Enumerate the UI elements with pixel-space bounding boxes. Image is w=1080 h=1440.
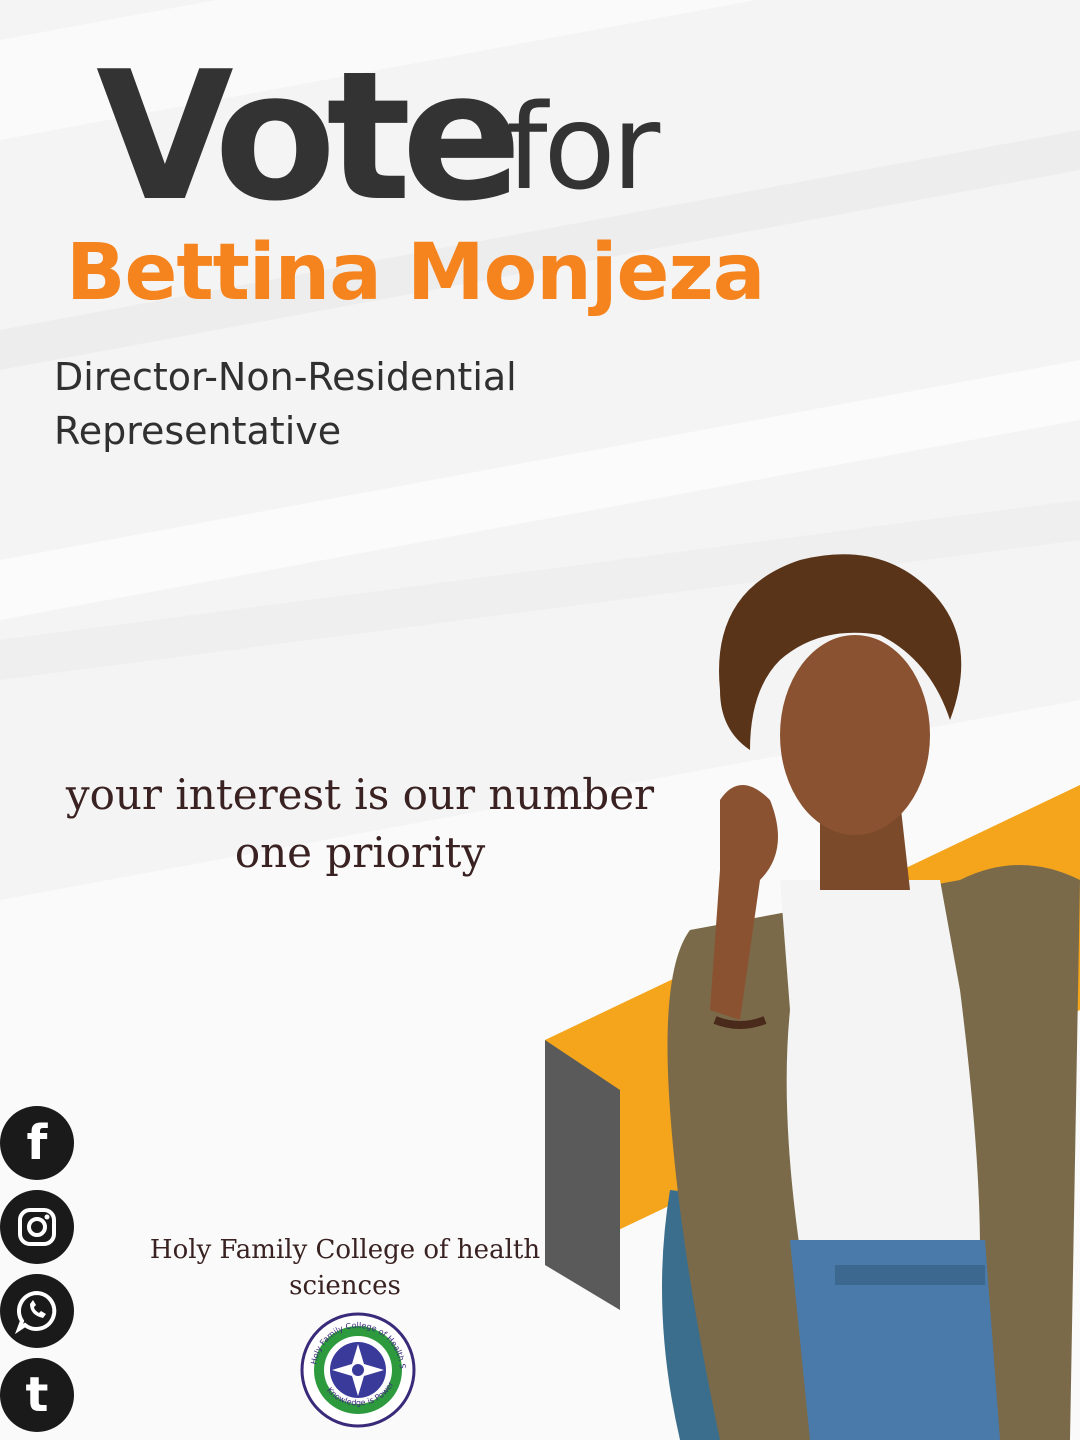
college-name: Holy Family College of health sciences [110,1232,580,1304]
headline-for: for [506,78,660,216]
headline-vote: Vote [96,33,522,240]
college-name-line-2: sciences [289,1271,401,1301]
college-name-line-1: Holy Family College of health [149,1235,541,1265]
college-seal-logo: Holy Family College of Health Sciences K… [298,1312,416,1428]
facebook-icon[interactable]: f [0,1106,74,1180]
position-line-1: Director-Non-Residential [54,355,517,399]
slogan-line-2: one priority [234,828,486,877]
slogan: your interest is our number one priority [30,766,690,882]
slogan-line-1: your interest is our number [65,770,655,819]
whatsapp-icon[interactable] [0,1274,74,1348]
position-title: Director-Non-Residential Representative [54,350,694,458]
tumblr-icon[interactable]: t [0,1358,74,1432]
candidate-name: Bettina Monjeza [66,228,765,318]
instagram-icon[interactable] [0,1190,74,1264]
position-line-2: Representative [54,409,342,453]
candidate-photo [662,554,1080,1440]
